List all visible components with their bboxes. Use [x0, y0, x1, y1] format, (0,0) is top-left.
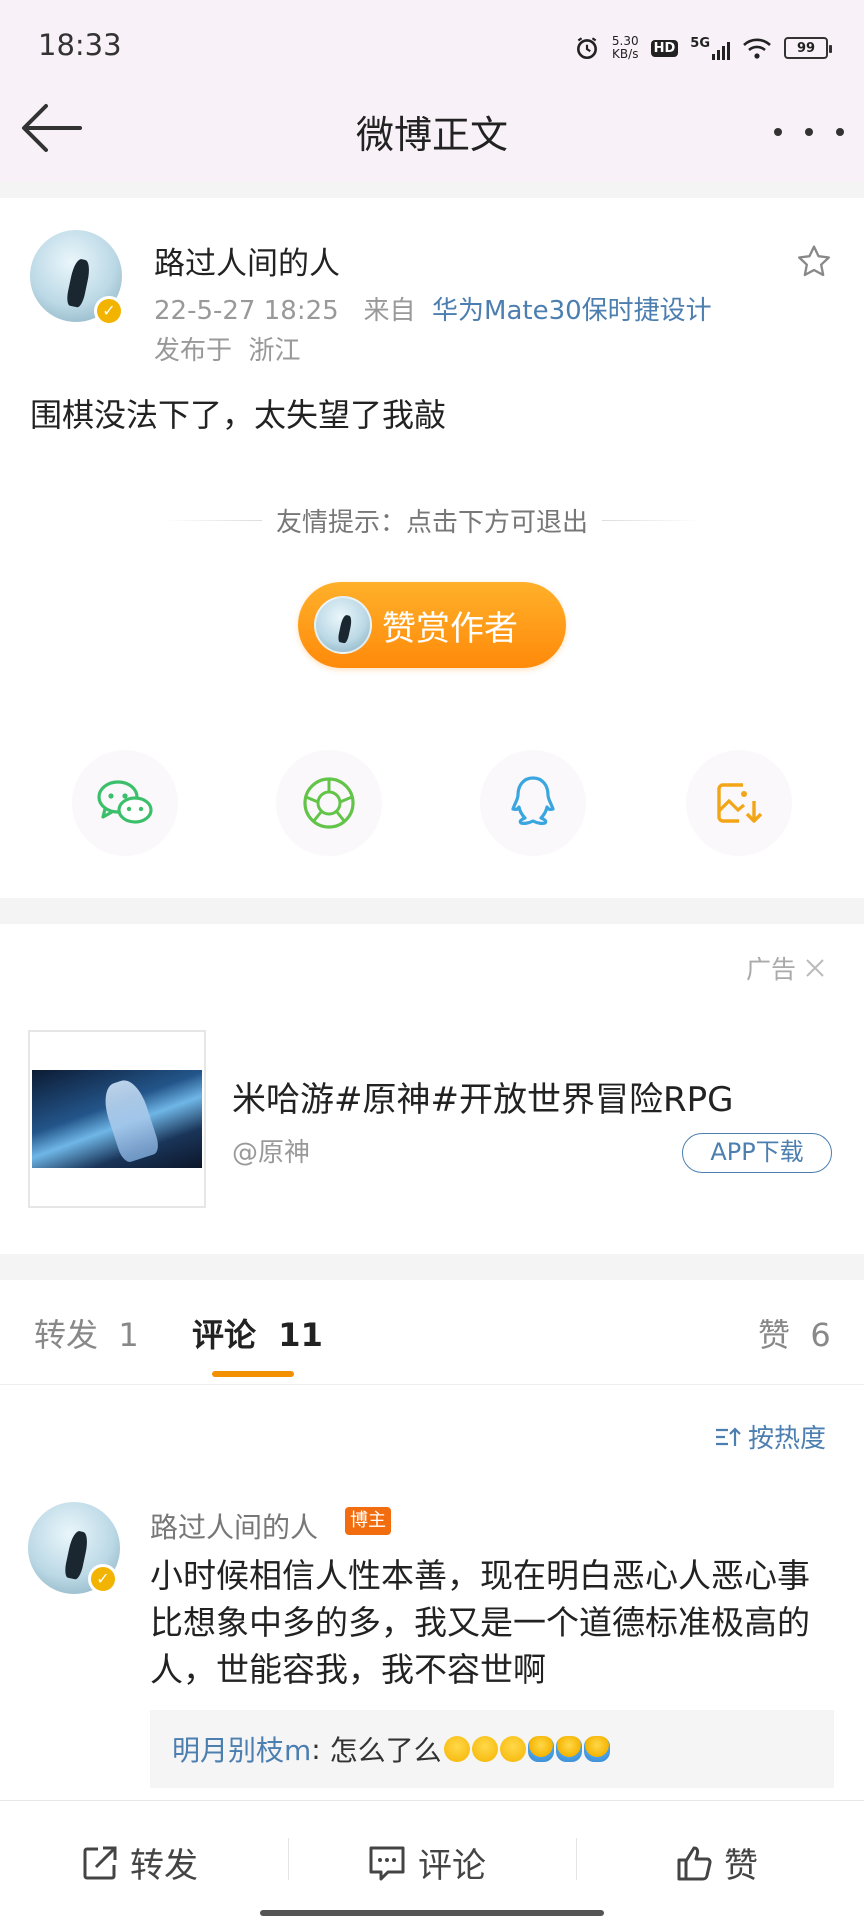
ad-thumbnail[interactable]	[28, 1030, 206, 1208]
reply-author[interactable]: 明月别枝m	[172, 1729, 311, 1769]
thumbs-up-icon	[677, 1846, 712, 1881]
crying-emoji-icon	[471, 1736, 498, 1762]
divider	[602, 519, 705, 521]
divider	[576, 1838, 577, 1880]
signal-icon: 5G	[690, 36, 730, 60]
favorite-button[interactable]	[794, 242, 834, 282]
sort-by-hot-button[interactable]: 按热度	[714, 1418, 826, 1455]
tip-text: 友情提示：点击下方可退出	[276, 507, 589, 538]
comment-reply-preview[interactable]: 明月别枝m : 怎么了么	[150, 1710, 834, 1788]
post-source-link[interactable]: 华为Mate30保时捷设计	[432, 296, 712, 326]
tab-comments[interactable]: 评论 11	[192, 1310, 323, 1356]
crying-emoji-icon	[443, 1736, 470, 1762]
reply-separator: :	[311, 1732, 321, 1766]
post-meta: 22-5-27 18:25 来自 华为Mate30保时捷设计	[154, 290, 712, 327]
qq-icon	[511, 776, 555, 825]
friendly-tip: 友情提示：点击下方可退出	[160, 502, 705, 538]
star-icon	[798, 245, 830, 277]
more-dot-icon	[805, 128, 813, 136]
alarm-icon	[576, 37, 597, 60]
home-indicator[interactable]	[260, 1910, 604, 1916]
hd-icon: HD	[650, 39, 679, 57]
status-icons: 5.30 KB/s HD 5G 99	[574, 30, 832, 66]
sort-icon	[716, 1426, 741, 1446]
battery-icon: 99	[784, 37, 832, 59]
like-button[interactable]: 赞	[674, 1838, 758, 1887]
save-image-button[interactable]	[686, 750, 792, 856]
share-qq-button[interactable]	[480, 750, 586, 856]
ad-label[interactable]: 广告	[746, 950, 826, 986]
divider	[0, 1384, 864, 1385]
repost-button[interactable]: 转发	[80, 1838, 198, 1887]
share-wechat-button[interactable]	[72, 750, 178, 856]
more-dot-icon	[774, 128, 782, 136]
author-avatar-small	[314, 596, 372, 654]
crying-emoji-icon	[499, 1736, 526, 1762]
share-out-icon	[83, 1846, 117, 1879]
source-prefix: 来自	[363, 296, 416, 326]
reward-author-button[interactable]: 赞赏作者	[298, 582, 566, 668]
moments-icon	[303, 777, 355, 829]
comment-text: 小时候相信人性本善，现在明白恶心人恶心事比想象中多的多，我又是一个道德标准极高的…	[150, 1556, 810, 1689]
comment-icon	[369, 1846, 405, 1880]
hug-emoji-icon	[527, 1736, 554, 1762]
blogger-badge: 博主	[345, 1507, 391, 1535]
net-speed: 5.30 KB/s	[611, 34, 639, 61]
comment-button[interactable]: 评论	[366, 1838, 486, 1887]
hug-emoji-icon	[583, 1736, 610, 1762]
page-title: 微博正文	[355, 113, 508, 157]
reply-text: 怎么了么	[329, 1734, 442, 1767]
tab-repost[interactable]: 转发 1	[34, 1310, 139, 1356]
ad-title[interactable]: 米哈游#原神#开放世界冒险RPG	[232, 1072, 733, 1121]
more-dot-icon	[836, 128, 844, 136]
ad-handle[interactable]: @原神	[232, 1132, 310, 1169]
comment-author[interactable]: 路过人间的人	[150, 1506, 318, 1546]
reward-label: 赞赏作者	[382, 608, 518, 649]
hug-emoji-icon	[555, 1736, 582, 1762]
status-time: 18:33	[38, 28, 122, 62]
post-date: 22-5-27 18:25	[154, 296, 339, 326]
tab-likes[interactable]: 赞 6	[758, 1310, 831, 1356]
app-download-button[interactable]: APP下载	[682, 1133, 832, 1173]
verified-badge-icon: ✓	[94, 296, 124, 326]
more-options-button[interactable]	[774, 112, 844, 152]
post-text: 围棋没法下了，太失望了我敲	[30, 396, 447, 434]
share-moments-button[interactable]	[276, 750, 382, 856]
ad-image	[32, 1070, 202, 1168]
post-location: 发布于 浙江	[154, 336, 301, 366]
verified-badge-icon: ✓	[88, 1564, 118, 1594]
wechat-icon	[97, 780, 153, 824]
divider	[160, 519, 262, 521]
active-tab-indicator	[212, 1371, 294, 1377]
divider	[288, 1838, 289, 1880]
wifi-icon	[743, 38, 771, 59]
close-icon	[806, 959, 824, 977]
save-image-icon	[717, 783, 763, 823]
author-name[interactable]: 路过人间的人	[154, 238, 340, 283]
